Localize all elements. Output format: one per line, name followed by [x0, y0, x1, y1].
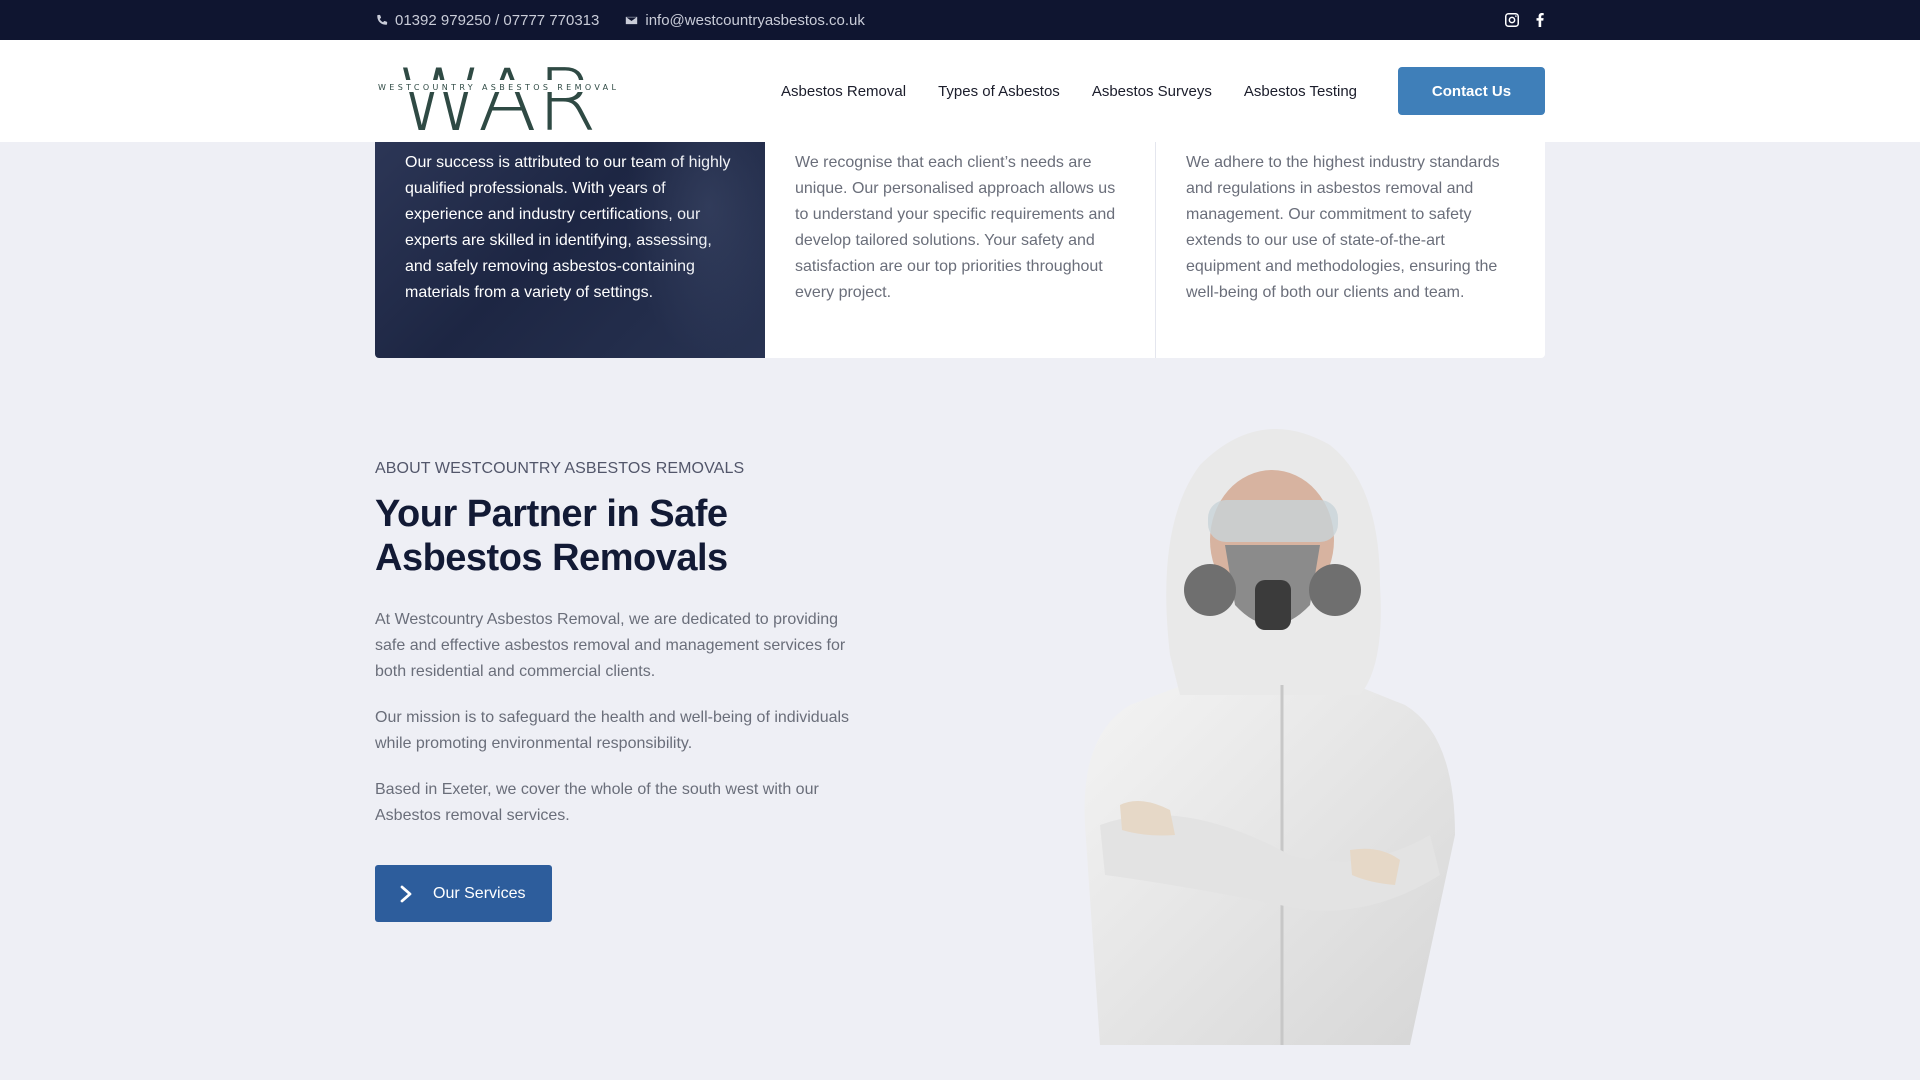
- nav-asbestos-surveys[interactable]: Asbestos Surveys: [1092, 83, 1212, 100]
- email-link[interactable]: info@westcountryasbestos.co.uk: [625, 12, 865, 29]
- top-bar: 01392 979250 / 07777 770313 info@westcou…: [0, 0, 1920, 40]
- contact-info: 01392 979250 / 07777 770313 info@westcou…: [375, 0, 865, 40]
- worker-in-protective-suit-image: [1084, 429, 1455, 1045]
- feature-cards: Our success is attributed to our team of…: [375, 142, 1545, 358]
- our-services-label: Our Services: [433, 884, 526, 902]
- nav-asbestos-removal[interactable]: Asbestos Removal: [781, 83, 906, 100]
- phone-link[interactable]: 01392 979250 / 07777 770313: [375, 12, 599, 29]
- nav-asbestos-testing[interactable]: Asbestos Testing: [1244, 83, 1357, 100]
- phone-icon: [377, 14, 388, 25]
- about-paragraph-2: Our mission is to safeguard the health a…: [375, 709, 850, 752]
- social-links: [1504, 0, 1548, 40]
- section-heading: Your Partner in Safe Asbestos Removals: [375, 493, 728, 579]
- about-paragraph-3: Based in Exeter, we cover the whole of t…: [375, 781, 819, 824]
- contact-us-button[interactable]: Contact Us: [1398, 67, 1545, 115]
- feature-card-team: Our success is attributed to our team of…: [375, 142, 765, 358]
- section-eyebrow: ABOUT WESTCOUNTRY ASBESTOS REMOVALS: [375, 460, 745, 477]
- envelope-icon: [626, 16, 638, 24]
- chevron-right-icon: [400, 885, 412, 902]
- feature-card-personalised: We recognise that each client’s needs ar…: [795, 154, 1116, 301]
- phone-number: 01392 979250 / 07777 770313: [395, 11, 600, 29]
- about-paragraph-1: At Westcountry Asbestos Removal, we are …: [375, 611, 846, 680]
- site-header: WAR WESTCOUNTRY ASBESTOS REMOVAL Asbesto…: [0, 40, 1920, 142]
- our-services-button[interactable]: Our Services: [375, 865, 552, 922]
- nav-types-of-asbestos[interactable]: Types of Asbestos: [938, 83, 1060, 100]
- feature-card-standards: We adhere to the highest industry standa…: [1155, 142, 1545, 358]
- logo[interactable]: WAR WESTCOUNTRY ASBESTOS REMOVAL: [375, 50, 620, 132]
- facebook-icon[interactable]: [1532, 12, 1548, 28]
- main-nav: Asbestos Removal Types of Asbestos Asbes…: [765, 40, 1373, 142]
- email-address: info@westcountryasbestos.co.uk: [645, 11, 865, 29]
- instagram-icon[interactable]: [1504, 12, 1520, 28]
